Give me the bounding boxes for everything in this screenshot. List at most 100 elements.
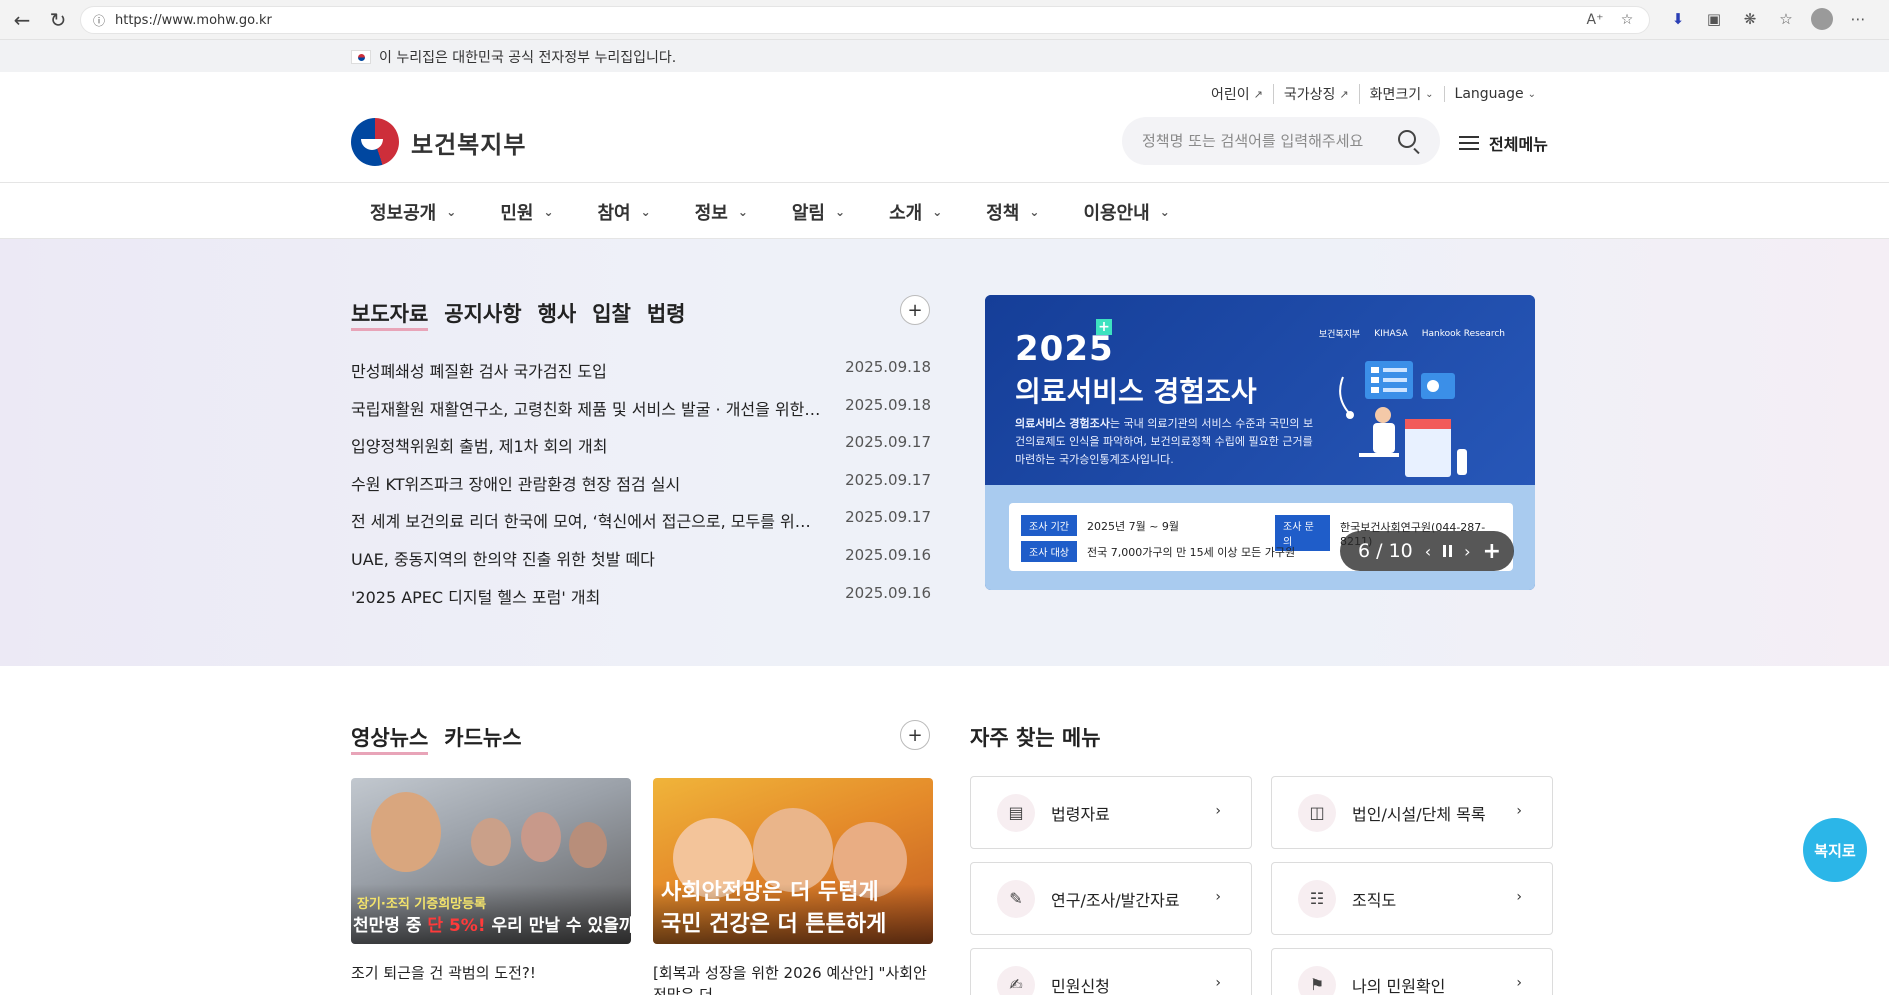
chevron-down-icon: ⌄ (1029, 205, 1040, 219)
news-title[interactable]: 수원 KT위즈파크 장애인 관람환경 현장 점검 실시 (351, 471, 821, 495)
video-thumbnail[interactable]: 장기·조직 기증희망등록 천만명 중 단 5%! 우리 만날 수 있을까? (351, 778, 631, 944)
tab-bids[interactable]: 입찰 (592, 298, 631, 328)
util-screen-size-dropdown[interactable]: 화면크기 ⌄ (1358, 84, 1444, 104)
all-menu-label: 전체메뉴 (1489, 135, 1548, 154)
kihasa-logo: KIHASA (1374, 328, 1408, 339)
all-menu-button[interactable]: 전체메뉴 (1459, 131, 1548, 155)
media-more-button[interactable]: + (900, 720, 930, 750)
fav-org-chart[interactable]: ☷ 조직도 › (1271, 862, 1553, 935)
list-item[interactable]: 만성폐쇄성 폐질환 검사 국가검진 도입 2025.09.18 (351, 358, 931, 396)
favorite-menu-title: 자주 찾는 메뉴 (970, 726, 1101, 750)
news-title[interactable]: 국립재활원 재활연구소, 고령친화 제품 및 서비스 발굴 · 개선을 위한 협… (351, 396, 821, 420)
flag-icon: ⚑ (1298, 965, 1336, 995)
extension-download-icon[interactable]: ⬇ (1667, 8, 1689, 30)
news-title[interactable]: 전 세계 보건의료 리더 한국에 모여, ‘혁신에서 접근으로, 모두를 위한 … (351, 508, 821, 532)
chevron-right-icon: › (1516, 803, 1522, 819)
search-input[interactable] (1142, 132, 1382, 150)
news-more-button[interactable]: + (900, 295, 930, 325)
logo-text: 보건복지부 (411, 130, 527, 159)
hamburger-icon (1459, 136, 1479, 150)
favorite-star-icon[interactable]: ☆ (1617, 12, 1637, 28)
list-item[interactable]: UAE, 중동지역의 한의약 진출 위한 첫발 떼다 2025.09.16 (351, 546, 931, 584)
nav-item-policy[interactable]: 정책 ⌄ (986, 199, 1039, 225)
main-navigation: 정보공개 ⌄ 민원 ⌄ 참여 ⌄ 정보 ⌄ 알림 ⌄ 소개 ⌄ 정책 ⌄ 이용안내 ⌄ (0, 182, 1889, 239)
video-caption-top: 사회안전망은 더 두텁게 (661, 880, 879, 905)
bokjiro-label: 복지로 (1814, 841, 1856, 860)
video-thumbnail[interactable]: 사회안전망은 더 두텁게 국민 건강은 더 튼튼하게 (653, 778, 933, 944)
tab-video-news[interactable]: 영상뉴스 (351, 722, 429, 755)
tab-laws[interactable]: 법령 (647, 298, 686, 328)
news-tabs: 보도자료 공지사항 행사 입찰 법령 (351, 298, 701, 331)
extensions-icon[interactable]: ❋ (1739, 8, 1761, 30)
fav-org-list[interactable]: ◫ 법인/시설/단체 목록 › (1271, 776, 1553, 849)
list-icon: ◫ (1298, 793, 1336, 832)
target-value: 전국 7,000가구의 만 15세 이상 모든 가구원 (1086, 545, 1296, 559)
more-menu-icon[interactable]: ⋯ (1847, 8, 1869, 30)
nav-item-civil-complaint[interactable]: 민원 ⌄ (500, 199, 553, 225)
period-value: 2025년 7월 ~ 9월 (1086, 519, 1180, 533)
medical-cross-icon: + (1096, 319, 1112, 335)
law-book-icon: ▤ (997, 793, 1035, 832)
list-item[interactable]: 수원 KT위즈파크 장애인 관람환경 현장 점검 실시 2025.09.17 (351, 471, 931, 509)
video-caption-main: 천만명 중 단 5%! 우리 만날 수 있을까? (353, 916, 631, 936)
chevron-right-icon: › (1516, 889, 1522, 905)
profile-avatar[interactable] (1811, 8, 1833, 30)
list-item[interactable]: 입양정책위원회 출범, 제1차 회의 개최 2025.09.17 (351, 433, 931, 471)
reload-icon[interactable]: ↻ (40, 2, 76, 38)
util-kids-link[interactable]: 어린이 ↗ (1201, 84, 1273, 104)
list-item[interactable]: 전 세계 보건의료 리더 한국에 모여, ‘혁신에서 접근으로, 모두를 위한 … (351, 508, 931, 546)
nav-item-guide[interactable]: 이용안내 ⌄ (1083, 199, 1169, 225)
external-link-icon: ↗ (1339, 87, 1349, 101)
search-icon[interactable] (1398, 130, 1416, 148)
nav-item-information[interactable]: 정보 ⌄ (695, 199, 748, 225)
chevron-right-icon: › (1516, 975, 1522, 991)
news-title[interactable]: 입양정책위원회 출범, 제1차 회의 개최 (351, 433, 821, 457)
tab-events[interactable]: 행사 (538, 298, 577, 328)
news-title[interactable]: '2025 APEC 디지털 헬스 포럼' 개최 (351, 584, 821, 608)
back-icon[interactable]: ← (4, 2, 40, 38)
nav-item-participation[interactable]: 참여 ⌄ (598, 199, 651, 225)
nav-item-info-disclosure[interactable]: 정보공개 ⌄ (370, 199, 456, 225)
nav-item-notice[interactable]: 알림 ⌄ (792, 199, 845, 225)
read-aloud-icon[interactable]: A⁺ (1585, 12, 1605, 28)
video-title[interactable]: [회복과 성장을 위한 2026 예산안] "사회안전망은 더 (653, 962, 933, 995)
chevron-right-icon: › (1215, 889, 1221, 905)
pause-icon[interactable] (1443, 545, 1453, 557)
screenshot-icon[interactable]: ▣ (1703, 8, 1725, 30)
next-slide-icon[interactable]: › (1464, 542, 1470, 561)
tab-announcements[interactable]: 공지사항 (444, 298, 521, 328)
chevron-down-icon: ⌄ (737, 205, 748, 219)
banner-carousel-controls: 6 / 10 ‹ › + (1340, 531, 1514, 571)
video-title[interactable]: 조기 퇴근을 건 곽범의 도전?! (351, 962, 631, 984)
tab-press-release[interactable]: 보도자료 (351, 298, 429, 331)
banner-more-icon[interactable]: + (1483, 539, 1501, 564)
news-date: 2025.09.17 (845, 433, 931, 452)
chevron-down-icon: ⌄ (1425, 88, 1434, 100)
chevron-right-icon: › (1215, 975, 1221, 991)
list-item[interactable]: 국립재활원 재활연구소, 고령친화 제품 및 서비스 발굴 · 개선을 위한 협… (351, 396, 931, 434)
fav-my-petition[interactable]: ⚑ 나의 민원확인 › (1271, 948, 1553, 995)
doctor-illustration-icon (1339, 361, 1467, 477)
news-title[interactable]: UAE, 중동지역의 한의약 진출 위한 첫발 떼다 (351, 546, 821, 570)
news-date: 2025.09.16 (845, 545, 931, 564)
util-national-symbol-link[interactable]: 국가상징 ↗ (1272, 84, 1359, 104)
bokjiro-floating-button[interactable]: 복지로 (1803, 818, 1867, 882)
util-language-dropdown[interactable]: Language ⌄ (1443, 86, 1546, 102)
fav-petition[interactable]: ✍ 민원신청 › (970, 948, 1252, 995)
video-caption-main: 국민 건강은 더 튼튼하게 (661, 912, 887, 937)
fav-research[interactable]: ✎ 연구/조사/발간자료 › (970, 862, 1252, 935)
site-info-icon[interactable]: ⓘ (93, 12, 107, 29)
tab-card-news[interactable]: 카드뉴스 (444, 722, 521, 755)
list-item[interactable]: '2025 APEC 디지털 헬스 포럼' 개최 2025.09.16 (351, 584, 931, 622)
banner-partner-logos: 보건복지부 KIHASA Hankook Research (1319, 327, 1505, 341)
news-title[interactable]: 만성폐쇄성 폐질환 검사 국가검진 도입 (351, 358, 821, 382)
address-bar[interactable]: ⓘ https://www.mohw.go.kr A⁺ ☆ (80, 6, 1650, 34)
news-date: 2025.09.17 (845, 508, 931, 527)
nav-item-about[interactable]: 소개 ⌄ (889, 199, 942, 225)
site-logo[interactable]: 보건복지부 (351, 118, 526, 166)
chevron-down-icon: ⌄ (835, 205, 846, 219)
prev-slide-icon[interactable]: ‹ (1425, 542, 1431, 561)
favorites-icon[interactable]: ☆ (1775, 8, 1797, 30)
fav-law-materials[interactable]: ▤ 법령자료 › (970, 776, 1252, 849)
media-tabs: 영상뉴스 카드뉴스 (351, 722, 538, 755)
